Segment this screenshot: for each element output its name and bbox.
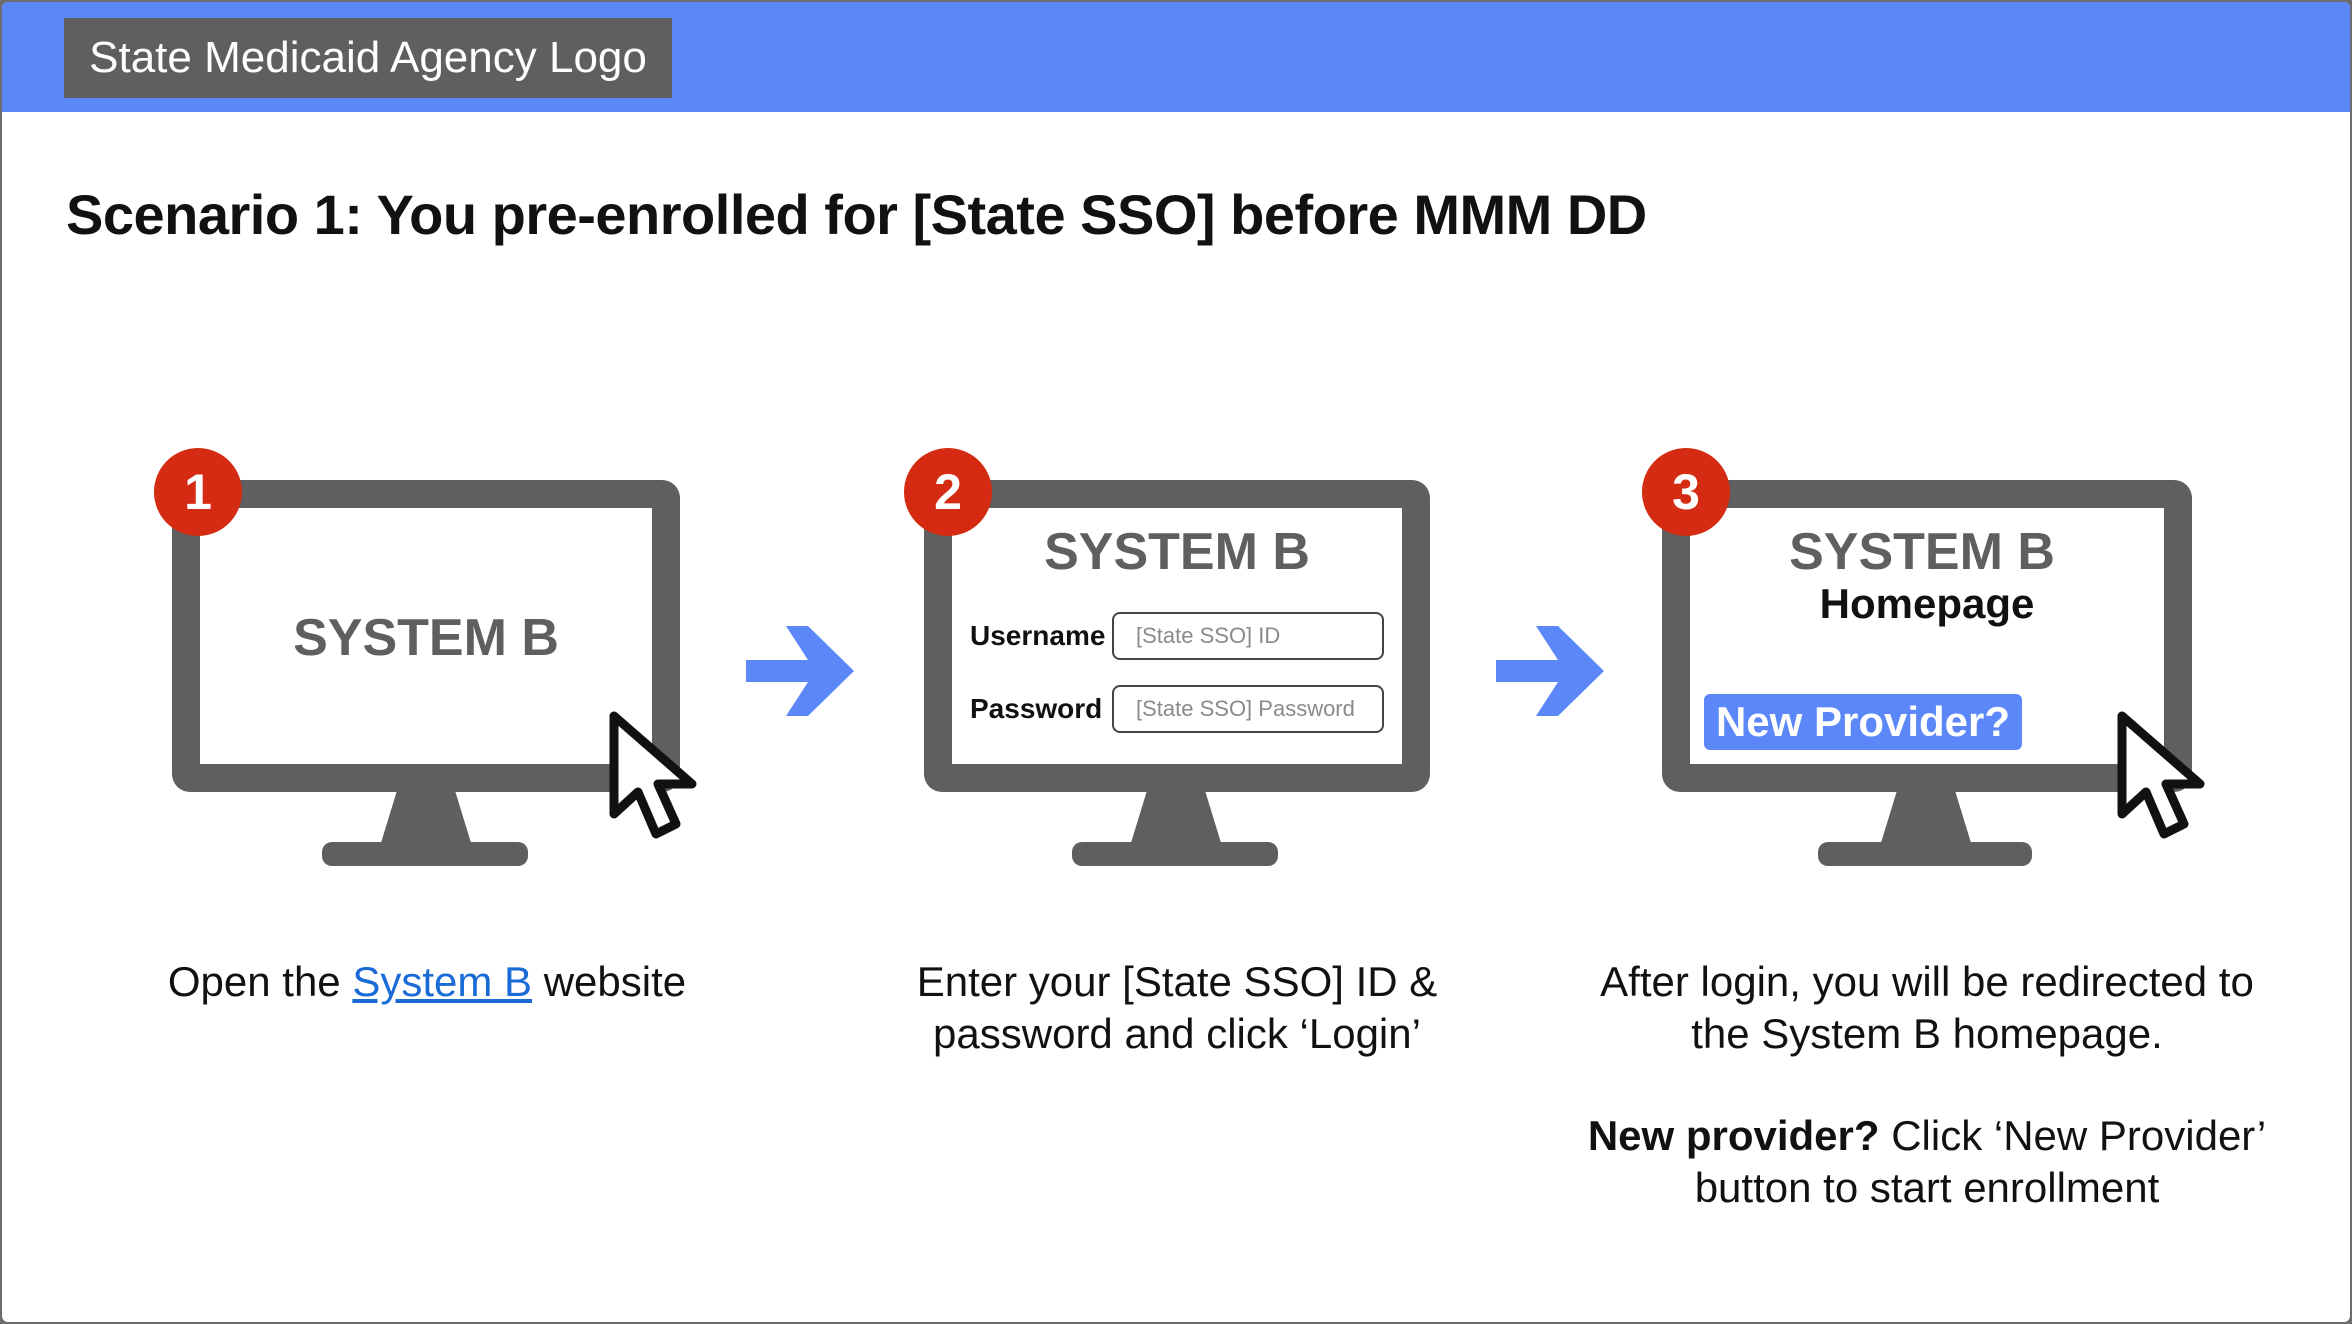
caption-text: Click ‘New Provider’ <box>1879 1112 2267 1159</box>
monitor-base <box>1072 842 1278 866</box>
caption-line: password and click ‘Login’ <box>933 1010 1421 1057</box>
caption-text: website <box>532 958 687 1005</box>
username-input[interactable]: [State SSO] ID <box>1112 612 1384 660</box>
screen-subtitle: Homepage <box>1819 580 2035 627</box>
arrow-right-icon <box>1496 626 1604 716</box>
screen-title: SYSTEM B <box>1044 523 1310 581</box>
step-number-badge: 2 <box>904 448 992 536</box>
caption-line: New provider? Click ‘New Provider’ <box>1562 1110 2292 1162</box>
caption-line: the System B homepage. <box>1691 1010 2163 1057</box>
step-1-caption: Open the System B website <box>92 956 762 1008</box>
new-provider-button[interactable]: New Provider? <box>1704 694 2022 750</box>
caption-line: Enter your [State SSO] ID & <box>916 958 1438 1005</box>
monitor-stand <box>380 792 472 846</box>
caption-line: button to start enrollment <box>1694 1164 2160 1211</box>
password-input[interactable]: [State SSO] Password <box>1112 685 1384 733</box>
step-3-caption: After login, you will be redirected to t… <box>1562 956 2292 1214</box>
password-label: Password <box>970 693 1103 724</box>
slide: State Medicaid Agency Logo Scenario 1: Y… <box>2 2 2350 1322</box>
scenario-title: Scenario 1: You pre-enrolled for [State … <box>66 183 1647 246</box>
step-number-badge: 3 <box>1642 448 1730 536</box>
mouse-pointer-icon <box>2117 711 2205 839</box>
step-2-caption: Enter your [State SSO] ID & password and… <box>842 956 1512 1060</box>
screen-title: SYSTEM B <box>1789 523 2055 581</box>
mouse-pointer-icon <box>609 711 697 839</box>
caption-text: Open the <box>167 958 353 1005</box>
step-number-badge: 1 <box>154 448 242 536</box>
monitor-base <box>1818 842 2032 866</box>
agency-logo-placeholder: State Medicaid Agency Logo <box>64 18 672 98</box>
monitor-stand <box>1880 792 1972 846</box>
monitor-stand <box>1130 792 1222 846</box>
screen-title: SYSTEM B <box>293 609 559 667</box>
header-bar: State Medicaid Agency Logo <box>2 2 2350 112</box>
arrow-right-icon <box>746 626 854 716</box>
caption-line: After login, you will be redirected to <box>1600 958 2254 1005</box>
monitor-base <box>322 842 528 866</box>
system-b-link[interactable]: System B <box>352 958 532 1005</box>
caption-bold: New provider? <box>1587 1112 1880 1159</box>
username-label: Username <box>970 620 1106 651</box>
